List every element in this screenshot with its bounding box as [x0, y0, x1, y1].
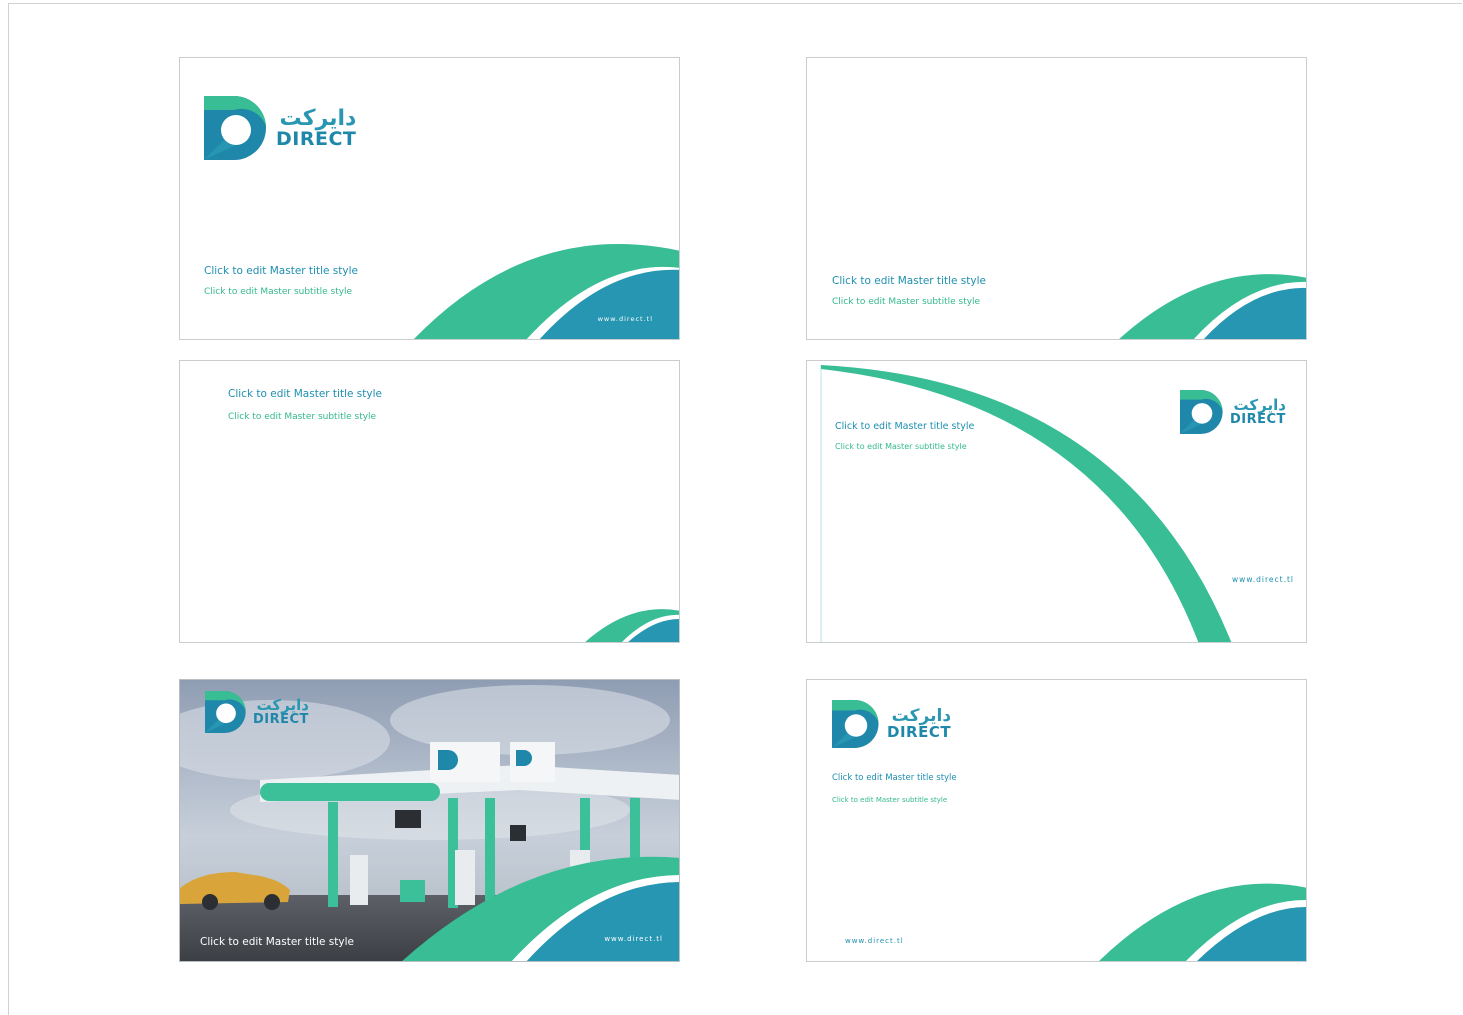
slide-title[interactable]: Click to edit Master title style	[200, 936, 354, 948]
logo-english-text: DIRECT	[276, 127, 357, 150]
logo-english-text: DIRECT	[253, 712, 309, 727]
direct-d-icon	[832, 700, 879, 748]
logo-english-text: DIRECT	[887, 723, 952, 741]
slide-title[interactable]: Click to edit Master title style	[835, 421, 974, 432]
slide-title[interactable]: Click to edit Master title style	[832, 773, 957, 783]
slide-subtitle[interactable]: Click to edit Master subtitle style	[832, 796, 947, 804]
slide-url: www.direct.tl	[1232, 575, 1294, 584]
slide-subtitle[interactable]: Click to edit Master subtitle style	[228, 412, 376, 422]
direct-d-icon	[204, 96, 266, 160]
slide-subtitle[interactable]: Click to edit Master subtitle style	[204, 287, 352, 297]
slide-url: www.direct.tl	[845, 937, 904, 945]
slide-thumbnail-1[interactable]: دايركت DIRECT Click to edit Master title…	[179, 57, 680, 340]
logo-arabic-text: دايركت	[256, 696, 309, 714]
slide-title[interactable]: Click to edit Master title style	[228, 388, 382, 400]
brand-logo: دايركت DIRECT	[204, 96, 356, 160]
direct-d-icon	[1180, 390, 1223, 434]
direct-d-icon	[205, 691, 246, 733]
slide-title[interactable]: Click to edit Master title style	[832, 275, 986, 287]
slide-thumbnail-6[interactable]: دايركت DIRECT Click to edit Master title…	[806, 679, 1307, 962]
logo-arabic-text: دايركت	[279, 105, 357, 131]
logo-english-text: DIRECT	[1230, 412, 1286, 427]
brand-logo: دايركت DIRECT	[205, 691, 309, 733]
slide-subtitle[interactable]: Click to edit Master subtitle style	[835, 442, 967, 451]
slide-thumbnail-4[interactable]: دايركت DIRECT Click to edit Master title…	[806, 360, 1307, 643]
slide-thumbnail-5[interactable]: دايركت DIRECT Click to edit Master title…	[179, 679, 680, 962]
brand-logo: دايركت DIRECT	[832, 700, 951, 748]
slide-url: www.direct.tl	[604, 935, 663, 943]
slide-title[interactable]: Click to edit Master title style	[204, 265, 358, 277]
brand-logo: دايركت DIRECT	[1180, 390, 1286, 434]
logo-arabic-text: دايركت	[1233, 396, 1286, 414]
slide-url: www.direct.tl	[597, 315, 653, 323]
corner-arc-decoration	[585, 609, 679, 642]
slide-thumbnail-3[interactable]: Click to edit Master title style Click t…	[179, 360, 680, 643]
slide-thumbnail-2[interactable]: Click to edit Master title style Click t…	[806, 57, 1307, 340]
slide-subtitle[interactable]: Click to edit Master subtitle style	[832, 297, 980, 307]
